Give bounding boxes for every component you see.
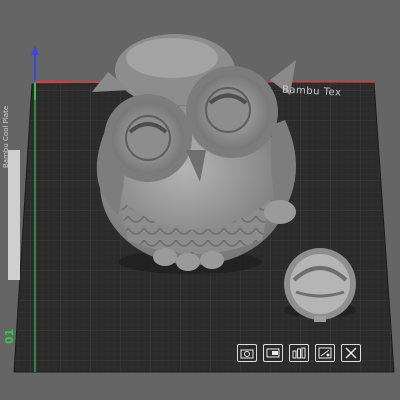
plate-toolbar xyxy=(237,344,361,362)
plate-side-label: Bambu Cool Plate xyxy=(2,105,10,168)
orient-icon xyxy=(318,347,332,359)
orient-camera-button[interactable] xyxy=(237,344,257,362)
slice-icon xyxy=(266,348,280,358)
close-icon xyxy=(345,347,357,359)
close-plate-button[interactable] xyxy=(341,344,361,362)
arrange-icon xyxy=(292,347,306,359)
layers-button[interactable] xyxy=(263,344,283,362)
round-lid-model[interactable] xyxy=(284,248,356,322)
3d-viewport[interactable]: Bambu Tex Bambu Cool Plate 01 xyxy=(0,0,400,400)
arrange-button[interactable] xyxy=(289,344,309,362)
camera-icon xyxy=(240,349,254,359)
scene[interactable] xyxy=(0,0,400,400)
auto-orient-button[interactable] xyxy=(315,344,335,362)
plate-number: 01 xyxy=(3,328,16,344)
